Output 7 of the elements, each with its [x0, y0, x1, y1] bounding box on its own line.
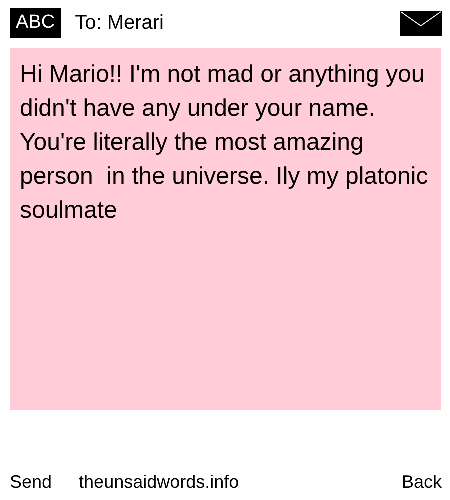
- input-mode-button[interactable]: ABC: [10, 8, 62, 38]
- envelope-icon[interactable]: [400, 10, 442, 36]
- site-link[interactable]: theunsaidwords.info: [79, 472, 402, 492]
- back-button[interactable]: Back: [402, 472, 442, 492]
- send-button[interactable]: Send: [10, 472, 52, 492]
- recipient-label: To: Merari: [75, 12, 165, 34]
- message-text[interactable]: Hi Mario!! I'm not mad or anything you didn't have any under your name. You're literally the most amazing person in the universe. Ily my platonic soulmate: [10, 48, 441, 410]
